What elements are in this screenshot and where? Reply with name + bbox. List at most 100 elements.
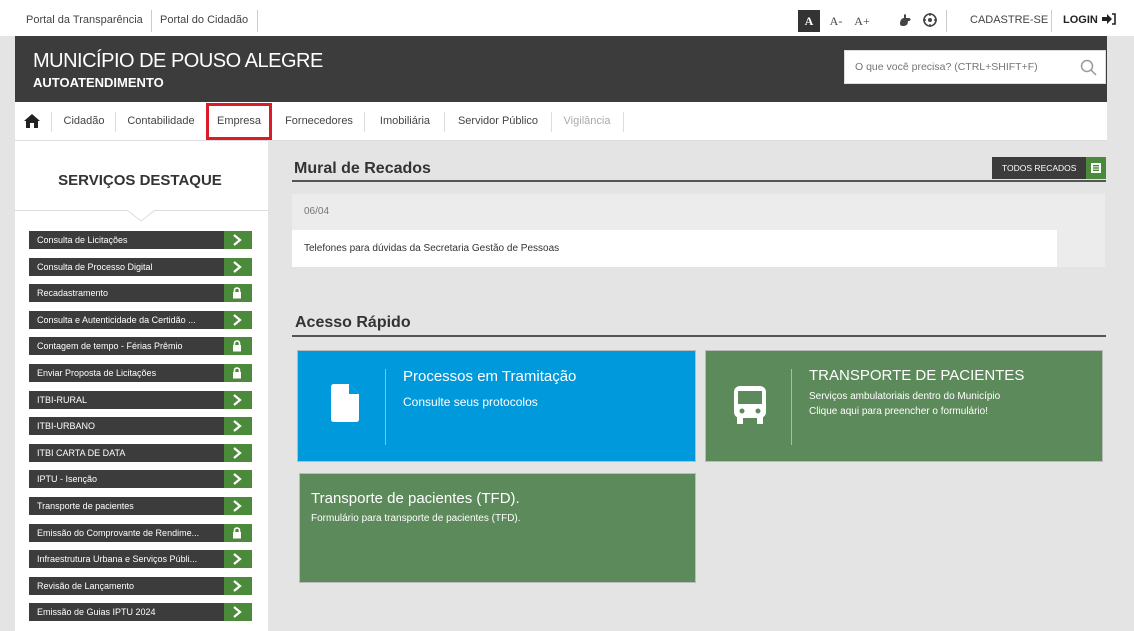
card-divider: [385, 369, 386, 445]
search-input[interactable]: [845, 51, 1073, 83]
featured-service-label: Consulta de Processo Digital: [37, 261, 153, 272]
featured-service-item[interactable]: ITBI-URBANO: [29, 417, 252, 436]
message-item-side: [1057, 230, 1105, 267]
card-title: Processos em Tramitação: [403, 368, 577, 385]
nav-contabilidade[interactable]: Contabilidade: [119, 102, 203, 141]
message-item[interactable]: Telefones para dúvidas da Secretaria Ges…: [292, 230, 1057, 267]
featured-service-item[interactable]: Contagem de tempo - Férias Prêmio: [29, 337, 252, 356]
featured-service-item[interactable]: Infraestrutura Urbana e Serviços Públi..…: [29, 550, 252, 569]
divider: [623, 112, 624, 132]
featured-service-item[interactable]: IPTU - Isenção: [29, 470, 252, 489]
accessibility-settings-icon[interactable]: [922, 12, 938, 28]
divider: [946, 10, 947, 32]
chevron-right-icon[interactable]: [224, 443, 252, 462]
featured-service-item[interactable]: Consulta de Licitações: [29, 231, 252, 249]
divider: [551, 112, 552, 132]
login-icon: [1101, 13, 1116, 25]
featured-service-label: Recadastramento: [37, 288, 109, 299]
home-icon[interactable]: [23, 113, 41, 129]
card-divider: [791, 369, 792, 445]
font-decrease-button[interactable]: A-: [826, 10, 846, 32]
featured-service-item[interactable]: Consulta e Autenticidade da Certidão ...: [29, 310, 252, 329]
divider: [292, 180, 1106, 182]
card-processos-tramitacao[interactable]: Processos em Tramitação Consulte seus pr…: [297, 350, 696, 462]
featured-service-item[interactable]: Revisão de Lançamento: [29, 576, 252, 595]
top-bar: Portal da Transparência Portal do Cidadã…: [0, 0, 1134, 36]
featured-service-item[interactable]: Consulta de Processo Digital: [29, 257, 252, 276]
divider: [151, 10, 152, 32]
site-title[interactable]: MUNICÍPIO DE POUSO ALEGRE: [33, 50, 323, 73]
card-subtitle-line-2: Clique aqui para preencher o formulário!: [809, 406, 988, 417]
featured-service-label: Consulta e Autenticidade da Certidão ...: [37, 314, 196, 325]
chevron-right-icon[interactable]: [224, 257, 252, 276]
nav-fornecedores[interactable]: Fornecedores: [279, 102, 359, 141]
divider: [364, 112, 365, 132]
card-transporte-tfd[interactable]: Transporte de pacientes (TFD). Formulári…: [299, 473, 696, 583]
chevron-right-icon[interactable]: [224, 390, 252, 409]
divider: [444, 112, 445, 132]
featured-service-item[interactable]: Emissão do Comprovante de Rendime...: [29, 523, 252, 542]
lock-icon[interactable]: [224, 284, 252, 303]
login-link[interactable]: LOGIN: [1063, 13, 1117, 26]
featured-service-label: Infraestrutura Urbana e Serviços Públi..…: [37, 554, 198, 565]
quick-access-title: Acesso Rápido: [295, 314, 411, 331]
chevron-right-icon[interactable]: [224, 603, 252, 622]
site-subtitle: AUTOATENDIMENTO: [33, 75, 164, 90]
card-transporte-pacientes[interactable]: TRANSPORTE DE PACIENTES Serviços ambulat…: [705, 350, 1103, 462]
chevron-right-icon[interactable]: [224, 550, 252, 569]
nav-vigilancia[interactable]: Vigilância: [556, 102, 618, 141]
card-subtitle: Consulte seus protocolos: [403, 395, 538, 409]
chevron-right-icon[interactable]: [224, 310, 252, 329]
featured-service-label: ITBI-URBANO: [37, 421, 96, 432]
featured-service-item[interactable]: Enviar Proposta de Licitações: [29, 364, 252, 382]
divider: [115, 112, 116, 132]
nav-servidor-publico[interactable]: Servidor Público: [449, 102, 547, 141]
accessibility-hand-icon[interactable]: [897, 12, 913, 28]
featured-service-item[interactable]: Transporte de pacientes: [29, 497, 252, 515]
chevron-right-icon[interactable]: [224, 417, 252, 436]
featured-service-item[interactable]: ITBI-RURAL: [29, 390, 252, 409]
divider: [292, 335, 1106, 337]
divider: [1051, 10, 1052, 32]
site-header: MUNICÍPIO DE POUSO ALEGRE AUTOATENDIMENT…: [15, 36, 1107, 102]
card-title: Transporte de pacientes (TFD).: [311, 490, 520, 507]
featured-service-label: IPTU - Isenção: [37, 474, 98, 485]
featured-service-label: Emissão do Comprovante de Rendime...: [37, 527, 200, 538]
featured-service-item[interactable]: ITBI CARTA DE DATA: [29, 443, 252, 462]
link-portal-cidadao[interactable]: Portal do Cidadão: [160, 14, 248, 26]
featured-service-label: Revisão de Lançamento: [37, 580, 135, 591]
featured-services-panel: SERVIÇOS DESTAQUE Consulta de Licitações…: [15, 141, 268, 631]
document-icon: [331, 384, 359, 427]
all-messages-button[interactable]: TODOS RECADOS: [992, 157, 1106, 179]
mural-title: Mural de Recados: [294, 160, 431, 177]
divider: [51, 112, 52, 132]
chevron-right-icon[interactable]: [224, 497, 252, 515]
all-messages-label: TODOS RECADOS: [1002, 163, 1077, 173]
nav-cidadao[interactable]: Cidadão: [57, 102, 111, 141]
nav-imobiliaria[interactable]: Imobiliária: [370, 102, 440, 141]
lock-icon[interactable]: [224, 523, 252, 542]
chevron-right-icon[interactable]: [224, 470, 252, 489]
chevron-right-icon[interactable]: [224, 576, 252, 595]
register-link[interactable]: CADASTRE-SE: [970, 14, 1048, 26]
search-box: [844, 50, 1106, 84]
lock-icon[interactable]: [224, 364, 252, 382]
font-default-button[interactable]: A: [798, 10, 820, 32]
featured-service-label: Emissão de Guias IPTU 2024: [37, 607, 156, 618]
highlight-annotation: [206, 103, 272, 140]
card-subtitle: Formulário para transporte de pacientes …: [311, 513, 521, 524]
lock-icon[interactable]: [224, 337, 252, 356]
message-date-row: 06/04: [292, 194, 1105, 230]
featured-service-label: Contagem de tempo - Férias Prêmio: [37, 341, 183, 352]
font-increase-button[interactable]: A+: [850, 10, 874, 32]
featured-service-label: Consulta de Licitações: [37, 235, 128, 245]
featured-services-title: SERVIÇOS DESTAQUE: [58, 172, 222, 189]
list-icon: [1086, 157, 1106, 179]
featured-service-item[interactable]: Emissão de Guias IPTU 2024: [29, 603, 252, 622]
chevron-right-icon[interactable]: [224, 231, 252, 249]
pointer-arrow: [127, 210, 155, 222]
message-text: Telefones para dúvidas da Secretaria Ges…: [304, 243, 560, 254]
search-icon[interactable]: [1080, 59, 1097, 76]
link-portal-transparencia[interactable]: Portal da Transparência: [26, 14, 143, 26]
featured-service-item[interactable]: Recadastramento: [29, 284, 252, 303]
